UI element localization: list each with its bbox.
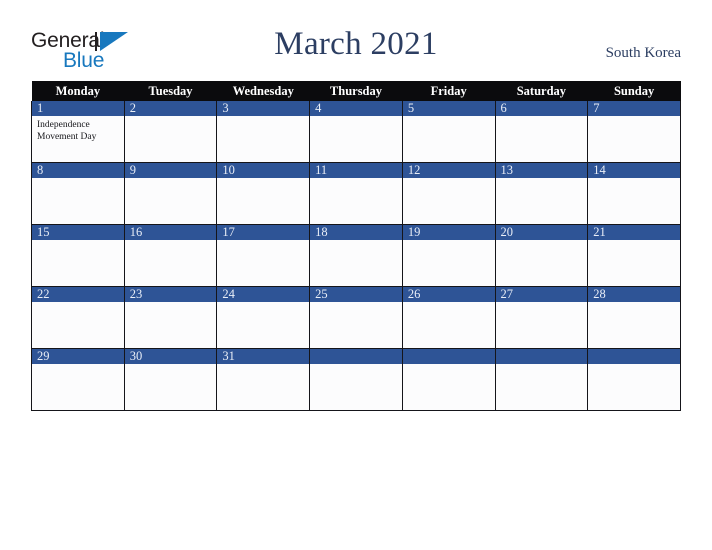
day-cell-27[interactable]: 27	[494, 286, 589, 349]
day-number: 28	[588, 287, 680, 302]
day-number: 10	[217, 163, 310, 178]
day-number: 3	[217, 101, 310, 116]
calendar-week-row: 1 Independence Movement Day 2 3 4 5 6 7	[31, 101, 681, 163]
day-cell-empty[interactable]	[494, 348, 589, 411]
day-number	[588, 349, 680, 364]
calendar-page: General Blue March 2021 South Korea Mond…	[0, 0, 712, 550]
country-label: South Korea	[605, 45, 681, 61]
day-cell-15[interactable]: 15	[31, 224, 125, 287]
day-cell-16[interactable]: 16	[123, 224, 218, 287]
day-number: 20	[495, 225, 588, 240]
day-cell-14[interactable]: 14	[587, 162, 681, 225]
day-number: 4	[310, 101, 402, 116]
day-cell-empty[interactable]	[401, 348, 496, 411]
day-cell-11[interactable]: 11	[309, 162, 403, 225]
day-cell-1[interactable]: 1 Independence Movement Day	[31, 101, 125, 163]
event-label: Movement Day	[37, 131, 97, 142]
day-cell-24[interactable]: 24	[216, 286, 311, 349]
month-calendar-grid: Monday Tuesday Wednesday Thursday Friday Satu…	[31, 81, 681, 411]
weekday-header-thursday: Thursday	[309, 81, 403, 101]
day-number: 24	[217, 287, 310, 302]
day-cell-31[interactable]: 31	[216, 348, 311, 411]
day-number: 26	[402, 287, 495, 302]
day-cell-29[interactable]: 29	[31, 348, 125, 411]
day-cell-5[interactable]: 5	[401, 101, 496, 163]
calendar-week-row: 22 23 24 25 26 27 28	[31, 286, 681, 349]
day-cell-22[interactable]: 22	[31, 286, 125, 349]
day-events: Independence Movement Day	[32, 116, 124, 143]
day-cell-12[interactable]: 12	[401, 162, 496, 225]
day-cell-23[interactable]: 23	[123, 286, 218, 349]
day-number: 13	[495, 163, 588, 178]
day-number: 6	[495, 101, 588, 116]
day-number: 19	[402, 225, 495, 240]
weekday-header-sunday: Sunday	[587, 81, 681, 101]
day-cell-3[interactable]: 3	[216, 101, 311, 163]
day-cell-4[interactable]: 4	[309, 101, 403, 163]
day-cell-25[interactable]: 25	[309, 286, 403, 349]
calendar-body: 1 Independence Movement Day 2 3 4 5 6 7 8 9 10 11 12 1…	[31, 101, 681, 411]
page-header: General Blue March 2021 South Korea	[0, 0, 712, 80]
day-cell-17[interactable]: 17	[216, 224, 311, 287]
day-number: 7	[588, 101, 680, 116]
day-number: 25	[310, 287, 402, 302]
weekday-header-wednesday: Wednesday	[216, 81, 310, 101]
day-cell-30[interactable]: 30	[123, 348, 218, 411]
day-number: 5	[402, 101, 495, 116]
event-label: Independence	[37, 120, 90, 130]
day-number: 16	[124, 225, 217, 240]
calendar-week-row: 29 30 31	[31, 348, 681, 411]
day-number: 9	[124, 163, 217, 178]
weekday-header-monday: Monday	[31, 81, 125, 101]
day-cell-21[interactable]: 21	[587, 224, 681, 287]
day-cell-9[interactable]: 9	[123, 162, 218, 225]
day-cell-7[interactable]: 7	[587, 101, 681, 163]
day-number: 22	[32, 287, 124, 302]
day-cell-28[interactable]: 28	[587, 286, 681, 349]
day-number: 23	[124, 287, 217, 302]
day-number: 12	[402, 163, 495, 178]
calendar-week-row: 8 9 10 11 12 13 14	[31, 162, 681, 225]
day-number: 18	[310, 225, 402, 240]
day-number: 2	[124, 101, 217, 116]
day-number	[495, 349, 588, 364]
day-cell-13[interactable]: 13	[494, 162, 589, 225]
day-number	[310, 349, 402, 364]
day-cell-26[interactable]: 26	[401, 286, 496, 349]
day-cell-2[interactable]: 2	[123, 101, 218, 163]
day-cell-19[interactable]: 19	[401, 224, 496, 287]
day-cell-6[interactable]: 6	[494, 101, 589, 163]
weekday-header-tuesday: Tuesday	[124, 81, 217, 101]
weekday-header-row: Monday Tuesday Wednesday Thursday Friday Satu…	[31, 81, 681, 101]
day-number: 30	[124, 349, 217, 364]
day-number: 14	[588, 163, 680, 178]
day-number: 27	[495, 287, 588, 302]
day-cell-18[interactable]: 18	[309, 224, 403, 287]
day-cell-10[interactable]: 10	[216, 162, 311, 225]
weekday-header-friday: Friday	[402, 81, 496, 101]
day-number: 15	[32, 225, 124, 240]
day-cell-20[interactable]: 20	[494, 224, 589, 287]
day-number: 1	[32, 101, 124, 116]
day-number: 31	[217, 349, 310, 364]
day-number: 8	[32, 163, 124, 178]
day-cell-empty[interactable]	[587, 348, 681, 411]
weekday-row: Monday Tuesday Wednesday Thursday Friday Satu…	[31, 81, 681, 101]
day-cell-8[interactable]: 8	[31, 162, 125, 225]
day-number: 11	[310, 163, 402, 178]
day-number: 17	[217, 225, 310, 240]
weekday-header-saturday: Saturday	[495, 81, 588, 101]
calendar-week-row: 15 16 17 18 19 20 21	[31, 224, 681, 287]
day-cell-empty[interactable]	[309, 348, 403, 411]
day-number	[402, 349, 495, 364]
day-number: 29	[32, 349, 124, 364]
day-number: 21	[588, 225, 680, 240]
